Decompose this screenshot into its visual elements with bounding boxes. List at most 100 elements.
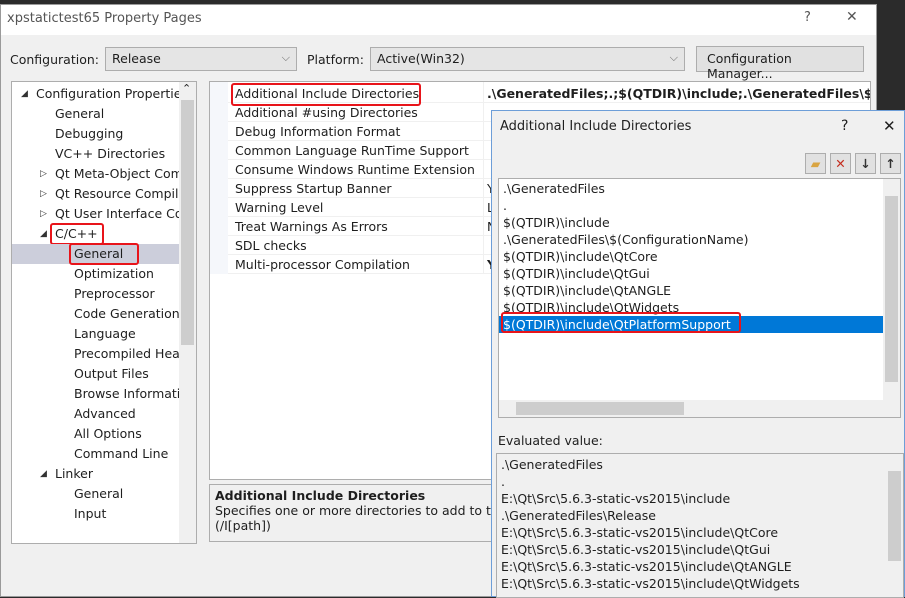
tree-item-label: Qt Meta-Object Compiler: [55, 166, 180, 181]
tree-item-label: Language: [74, 326, 136, 341]
tree-item[interactable]: Precompiled Headers: [12, 344, 180, 364]
scrollbar-thumb[interactable]: [516, 402, 684, 415]
configuration-select[interactable]: Release ⌵: [105, 47, 297, 71]
delete-icon[interactable]: ✕: [830, 153, 851, 174]
platform-select[interactable]: Active(Win32) ⌵: [370, 47, 685, 71]
dialog-title: Additional Include Directories: [500, 119, 692, 134]
highlight-box: [69, 243, 140, 265]
tree-item[interactable]: Optimization: [12, 264, 180, 284]
move-up-icon[interactable]: ↑: [880, 153, 901, 174]
tree-item-label: Browse Information: [74, 386, 180, 401]
list-horizontal-scrollbar[interactable]: [499, 400, 900, 417]
help-button[interactable]: ?: [804, 10, 811, 25]
tree-item[interactable]: ◢ Linker: [12, 464, 180, 484]
property-name: Common Language RunTime Support: [235, 143, 469, 158]
tree-item[interactable]: ▷ Qt Resource Compiler: [12, 184, 180, 204]
tree-item-label: Optimization: [74, 266, 154, 281]
scrollbar-thumb[interactable]: [885, 196, 898, 382]
directory-entry[interactable]: $(QTDIR)\include: [503, 214, 610, 231]
tree-item-label: Qt User Interface Compiler: [55, 206, 180, 221]
tree-item[interactable]: Browse Information: [12, 384, 180, 404]
evaluated-entry: E:\Qt\Src\5.6.3-static-vs2015\include\Qt…: [501, 525, 779, 540]
configuration-value: Release: [112, 51, 161, 66]
tree-item[interactable]: VC++ Directories: [12, 144, 180, 164]
category-tree: ◢ Configuration Properties General Debuggin…: [11, 81, 197, 544]
tree-item-label: Configuration Properties: [36, 86, 180, 101]
list-vertical-scrollbar[interactable]: [883, 179, 900, 401]
directory-list[interactable]: .\GeneratedFiles. $(QTDIR)\include .\Gener…: [498, 178, 901, 418]
highlight-box: [50, 223, 104, 245]
evaluated-scrollbar[interactable]: [886, 454, 903, 597]
scroll-up-icon[interactable]: ⌃: [182, 82, 191, 95]
directory-entry[interactable]: .\GeneratedFiles: [503, 180, 605, 197]
collapsed-arrow-icon[interactable]: ▷: [40, 204, 47, 224]
scrollbar-thumb[interactable]: [181, 100, 194, 345]
tree-item-label: Debugging: [55, 126, 124, 141]
tree-item[interactable]: General: [12, 104, 180, 124]
evaluated-entry: E:\Qt\Src\5.6.3-static-vs2015\include\Qt…: [501, 542, 771, 557]
include-directories-dialog: Additional Include Directories ? ✕ ▰ ✕ ↓…: [491, 110, 905, 598]
expanded-arrow-icon[interactable]: ◢: [40, 224, 47, 244]
evaluated-label: Evaluated value:: [498, 433, 603, 448]
dialog-close-button[interactable]: ✕: [883, 117, 896, 135]
move-down-icon[interactable]: ↓: [855, 153, 876, 174]
window-title: xpstatictest65 Property Pages: [7, 11, 202, 26]
tree-item[interactable]: Output Files: [12, 364, 180, 384]
evaluated-entry: E:\Qt\Src\5.6.3-static-vs2015\include\Qt…: [501, 559, 792, 574]
evaluated-entry: .: [501, 474, 505, 489]
configuration-manager-button[interactable]: Configuration Manager...: [696, 46, 864, 81]
tree-item-label: Command Line: [74, 446, 169, 461]
directory-entry[interactable]: .\GeneratedFiles\$(ConfigurationName): [503, 231, 749, 248]
property-name: Debug Information Format: [235, 124, 401, 139]
directory-entry[interactable]: $(QTDIR)\include\QtGui: [503, 265, 650, 282]
property-value[interactable]: .\GeneratedFiles;.;$(QTDIR)\include;.\Ge…: [487, 84, 870, 103]
tree-item-label: Advanced: [74, 406, 136, 421]
dialog-help-button[interactable]: ?: [841, 118, 848, 134]
expanded-arrow-icon[interactable]: ◢: [21, 84, 28, 104]
configuration-label: Configuration:: [10, 52, 99, 67]
property-name: Treat Warnings As Errors: [235, 219, 388, 234]
tree-item-label: Input: [74, 506, 107, 521]
property-name: Suppress Startup Banner: [235, 181, 392, 196]
tree-item[interactable]: ◢ Configuration Properties: [12, 84, 180, 104]
tree-item-label: Preprocessor: [74, 286, 155, 301]
tree-item[interactable]: Debugging: [12, 124, 180, 144]
scrollbar-thumb[interactable]: [888, 471, 901, 561]
tree-item[interactable]: Code Generation: [12, 304, 180, 324]
tree-item[interactable]: Language: [12, 324, 180, 344]
tree-item-label: All Options: [74, 426, 142, 441]
new-folder-icon[interactable]: ▰: [805, 153, 826, 174]
property-name: Warning Level: [235, 200, 324, 215]
tree-scrollbar[interactable]: ⌃: [179, 82, 196, 543]
tree-item-label: Linker: [55, 466, 93, 481]
tree-item[interactable]: Input: [12, 504, 180, 524]
property-name: Consume Windows Runtime Extension: [235, 162, 475, 177]
highlight-box: [501, 312, 741, 333]
tree-item[interactable]: Advanced: [12, 404, 180, 424]
collapsed-arrow-icon[interactable]: ▷: [40, 184, 47, 204]
tree-item-label: General: [74, 486, 124, 501]
title-bar: xpstatictest65 Property Pages ? ✕: [1, 5, 876, 35]
tree-item[interactable]: All Options: [12, 424, 180, 444]
tree-item[interactable]: General: [12, 484, 180, 504]
tree-item-label: Precompiled Headers: [74, 346, 180, 361]
tree-item[interactable]: Command Line: [12, 444, 180, 464]
chevron-down-icon: ⌵: [281, 51, 290, 64]
property-name: Multi-processor Compilation: [235, 257, 410, 272]
close-button[interactable]: ✕: [846, 9, 858, 25]
tree-item-label: Qt Resource Compiler: [55, 186, 180, 201]
directory-entry[interactable]: $(QTDIR)\include\QtANGLE: [503, 282, 671, 299]
tree-item[interactable]: ▷ Qt Meta-Object Compiler: [12, 164, 180, 184]
chevron-down-icon: ⌵: [669, 51, 678, 64]
expanded-arrow-icon[interactable]: ◢: [40, 464, 47, 484]
tree-item[interactable]: ▷ Qt User Interface Compiler: [12, 204, 180, 224]
directory-entry[interactable]: .: [503, 197, 507, 214]
tree-item-label: VC++ Directories: [55, 146, 166, 161]
column-divider[interactable]: [483, 82, 484, 274]
collapsed-arrow-icon[interactable]: ▷: [40, 164, 47, 184]
platform-value: Active(Win32): [377, 51, 465, 66]
evaluated-entry: .\GeneratedFiles: [501, 457, 603, 472]
directory-entry[interactable]: $(QTDIR)\include\QtCore: [503, 248, 658, 265]
evaluated-entry: E:\Qt\Src\5.6.3-static-vs2015\include: [501, 491, 731, 506]
tree-item[interactable]: Preprocessor: [12, 284, 180, 304]
